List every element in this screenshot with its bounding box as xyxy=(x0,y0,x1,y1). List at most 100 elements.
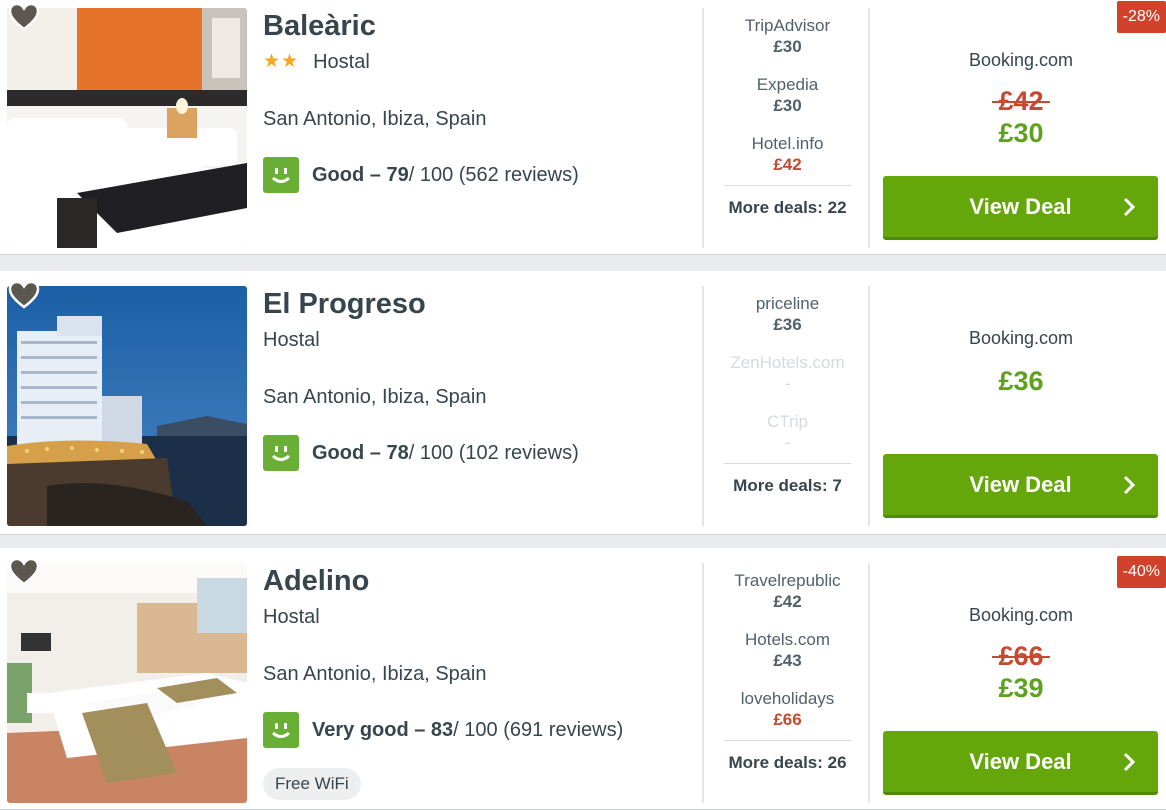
deal-price: £66 xyxy=(773,710,802,729)
deal-item[interactable]: Hotels.com £43 xyxy=(706,622,869,681)
deal-provider: TripAdvisor xyxy=(744,16,831,35)
deal-price-main: £30 xyxy=(998,118,1044,148)
deal-price-main: £36 xyxy=(998,366,1044,396)
star-rating-icon: ★★ xyxy=(263,51,300,72)
more-deals-link[interactable]: More deals: 26 xyxy=(724,740,851,773)
rating-label: Good – 78 xyxy=(312,441,409,464)
deal-provider: ZenHotels.com xyxy=(730,353,845,372)
deal-price: £43 xyxy=(773,651,802,670)
hotel-type: Hostal xyxy=(313,51,370,73)
main-deal: Booking.com £66 £39 View Deal xyxy=(880,563,1162,803)
hotel-info: Adelino Hostal San Antonio, Ibiza, Spain… xyxy=(263,563,693,800)
hotel-name[interactable]: Baleàric xyxy=(263,8,693,44)
more-deals-link[interactable]: More deals: 7 xyxy=(724,463,851,496)
hotel-name[interactable]: El Progreso xyxy=(263,286,693,322)
hotel-location: San Antonio, Ibiza, Spain xyxy=(263,386,487,408)
other-deals: Travelrepublic £42 Hotels.com £43 loveho… xyxy=(706,563,869,773)
hotel-card: El Progreso Hostal San Antonio, Ibiza, S… xyxy=(0,271,1166,535)
deal-price: - xyxy=(784,433,791,452)
deal-provider: priceline xyxy=(755,294,820,313)
deal-price: £42 xyxy=(773,592,802,611)
deal-item[interactable]: loveholidays £66 xyxy=(706,681,869,740)
smiley-face-icon xyxy=(263,157,299,193)
chevron-right-icon xyxy=(1123,752,1136,772)
rating-details: / 100 (102 reviews) xyxy=(408,441,579,464)
deal-provider: Expedia xyxy=(756,75,819,94)
divider xyxy=(702,286,704,526)
hotel-meta: Hostal xyxy=(263,605,693,629)
heart-icon[interactable] xyxy=(7,555,41,589)
main-deal: Booking.com £36 View Deal xyxy=(880,286,1162,526)
chevron-right-icon xyxy=(1123,197,1136,217)
deal-provider: Hotel.info xyxy=(751,134,824,153)
smiley-face-icon xyxy=(263,435,299,471)
deal-price: £42 xyxy=(773,155,802,174)
deal-price: £30 xyxy=(773,37,802,56)
hotel-card: Baleàric ★★ Hostal San Antonio, Ibiza, S… xyxy=(0,0,1166,255)
deal-item[interactable]: Expedia £30 xyxy=(706,67,869,126)
view-deal-label: View Deal xyxy=(969,193,1072,219)
view-deal-label: View Deal xyxy=(969,748,1072,774)
review-rating: Good – 78 / 100 (102 reviews) xyxy=(263,435,693,471)
hotel-exterior-image xyxy=(7,286,247,526)
hotel-info: El Progreso Hostal San Antonio, Ibiza, S… xyxy=(263,286,693,471)
amenity-chip: Free WiFi xyxy=(263,768,361,800)
hotel-meta: ★★ Hostal xyxy=(263,50,693,74)
divider xyxy=(702,8,704,248)
heart-icon[interactable] xyxy=(7,278,41,312)
divider xyxy=(868,8,870,248)
hotel-room-image xyxy=(7,563,247,803)
more-deals-link[interactable]: More deals: 22 xyxy=(724,185,851,218)
deal-item[interactable]: priceline £36 xyxy=(706,286,869,345)
discount-badge: -28% xyxy=(1116,1,1166,33)
deal-price: £36 xyxy=(773,315,802,334)
main-deal-provider: Booking.com xyxy=(968,328,1074,348)
view-deal-button[interactable]: View Deal xyxy=(883,454,1158,518)
divider xyxy=(702,563,704,803)
old-price: £42 xyxy=(998,86,1044,116)
deal-price: £30 xyxy=(773,96,802,115)
deal-provider: CTrip xyxy=(767,412,808,431)
old-price: £66 xyxy=(998,641,1044,671)
rating-label: Good – 79 xyxy=(312,163,409,186)
deal-item: CTrip - xyxy=(706,404,869,463)
other-deals: priceline £36 ZenHotels.com - CTrip - Mo… xyxy=(706,286,869,496)
deal-item: ZenHotels.com - xyxy=(706,345,869,404)
hotel-card: Adelino Hostal San Antonio, Ibiza, Spain… xyxy=(0,548,1166,810)
view-deal-button[interactable]: View Deal xyxy=(883,176,1158,240)
rating-details: / 100 (562 reviews) xyxy=(408,163,579,186)
main-deal-provider: Booking.com xyxy=(968,605,1074,625)
view-deal-label: View Deal xyxy=(969,471,1072,497)
chevron-right-icon xyxy=(1123,475,1136,495)
heart-icon[interactable] xyxy=(7,0,41,34)
other-deals: TripAdvisor £30 Expedia £30 Hotel.info £… xyxy=(706,8,869,218)
hotel-location: San Antonio, Ibiza, Spain xyxy=(263,108,487,130)
hotel-photo[interactable] xyxy=(7,563,247,803)
deal-item[interactable]: Travelrepublic £42 xyxy=(706,563,869,622)
deal-price-main: £39 xyxy=(998,673,1044,703)
hotel-info: Baleàric ★★ Hostal San Antonio, Ibiza, S… xyxy=(263,8,693,193)
divider xyxy=(868,563,870,803)
main-deal-provider: Booking.com xyxy=(968,50,1074,70)
discount-badge: -40% xyxy=(1116,556,1166,588)
hotel-room-image xyxy=(7,8,247,248)
hotel-results-list: Baleàric ★★ Hostal San Antonio, Ibiza, S… xyxy=(0,0,1166,810)
view-deal-button[interactable]: View Deal xyxy=(883,731,1158,795)
divider xyxy=(868,286,870,526)
deal-price: - xyxy=(784,374,791,393)
main-deal: Booking.com £42 £30 View Deal xyxy=(880,8,1162,248)
hotel-meta: Hostal xyxy=(263,328,693,352)
deal-provider: loveholidays xyxy=(740,689,835,708)
hotel-type: Hostal xyxy=(263,329,320,351)
hotel-name[interactable]: Adelino xyxy=(263,563,693,599)
smiley-face-icon xyxy=(263,712,299,748)
hotel-photo[interactable] xyxy=(7,286,247,526)
deal-item[interactable]: TripAdvisor £30 xyxy=(706,8,869,67)
rating-label: Very good – 83 xyxy=(312,718,454,741)
hotel-photo[interactable] xyxy=(7,8,247,248)
rating-details: / 100 (691 reviews) xyxy=(453,718,624,741)
review-rating: Good – 79 / 100 (562 reviews) xyxy=(263,157,693,193)
review-rating: Very good – 83 / 100 (691 reviews) xyxy=(263,712,693,748)
deal-item[interactable]: Hotel.info £42 xyxy=(706,126,869,185)
hotel-location: San Antonio, Ibiza, Spain xyxy=(263,663,487,685)
